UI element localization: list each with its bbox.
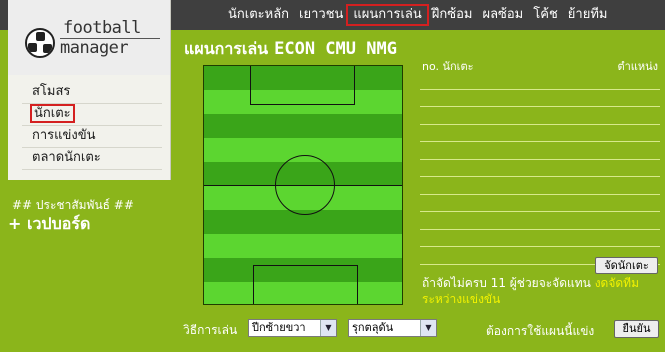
pitch-stripe [204,234,402,258]
roster-row[interactable] [420,160,660,177]
nav-training[interactable]: ฝึกซ้อม [427,6,478,24]
nav-coach[interactable]: โค้ช [528,6,563,24]
roster-row[interactable] [420,230,660,247]
roster-row[interactable] [420,212,660,230]
sidebar-item-label: นักเตะ [30,104,75,123]
nav-main-players[interactable]: นักเตะหลัก [223,6,294,24]
nav-training-results[interactable]: ผลซ้อม [477,6,528,24]
team-name: ECON CMU NMG [274,39,397,59]
logo[interactable]: football manager [8,0,170,75]
formation-select[interactable]: ปีกซ้ายขวา ▼ [248,319,337,337]
roster-row[interactable] [420,107,660,125]
page-title: แผนการเล่น ECON CMU NMG [184,37,397,62]
page-title-prefix: แผนการเล่น [184,39,269,58]
roster-row[interactable] [420,90,660,107]
roster-row[interactable] [420,195,660,212]
sidebar-item-label: สโมสร [32,84,71,99]
pitch-bottom-penalty-box [253,265,358,304]
play-style-select[interactable]: รุกตลุดัน ▼ [348,319,437,337]
auto-arrange-note: ถ้าจัดไม่ครบ 11 ผู้ช่วยจะจัดแทน งดจัดทีม… [422,275,657,307]
pitch-center-circle [275,155,335,215]
sidebar-item-competition[interactable]: การแข่งขัน [22,126,162,148]
arrange-players-button[interactable]: จัดนักเตะ [595,257,658,274]
roster-list [420,72,660,265]
sidebar-item-label: ตลาดนักเตะ [32,150,101,165]
formation-value: ปีกซ้ายขวา [252,321,306,334]
sidebar-item-label: การแข่งขัน [32,128,96,143]
football-icon [25,28,55,58]
play-style-value: รุกตลุดัน [352,321,394,334]
nav-transfer-team[interactable]: ย้ายทีม [563,6,613,24]
chevron-down-icon: ▼ [420,320,436,336]
logo-text-manager: manager [60,38,129,58]
chevron-down-icon: ▼ [320,320,336,336]
sidebar-item-transfer-market[interactable]: ตลาดนักเตะ [22,148,162,170]
nav-youth[interactable]: เยาวชน [294,6,348,24]
pitch-top-penalty-box [250,66,355,105]
top-nav: นักเตะหลัก เยาวชน แผนการเล่น ฝึกซ้อม ผลซ… [223,4,613,26]
roster-row[interactable] [420,142,660,160]
sidebar-item-club[interactable]: สโมสร [22,82,162,104]
use-tactic-label: ต้องการใช้แผนนี้แข่ง [486,324,595,338]
note-text: ถ้าจัดไม่ครบ 11 ผู้ช่วยจะจัดแทน [422,276,591,290]
football-pitch[interactable] [203,65,403,305]
webboard-link[interactable]: + เวปบอร์ด [8,212,90,237]
pitch-stripe [204,114,402,138]
roster-row[interactable] [420,177,660,195]
sidebar-menu: สโมสร นักเตะ การแข่งขัน ตลาดนักเตะ [22,82,162,170]
confirm-button[interactable]: ยืนยัน [614,320,659,338]
nav-tactics[interactable]: แผนการเล่น [346,4,429,26]
roster-row[interactable] [420,72,660,90]
tactic-label: วิธีการเล่น [183,323,238,337]
sidebar-item-players[interactable]: นักเตะ [22,104,162,126]
roster-row[interactable] [420,125,660,142]
sidebar: football manager สโมสร นักเตะ การแข่งขัน… [8,0,171,180]
logo-text-football: football [63,18,141,38]
